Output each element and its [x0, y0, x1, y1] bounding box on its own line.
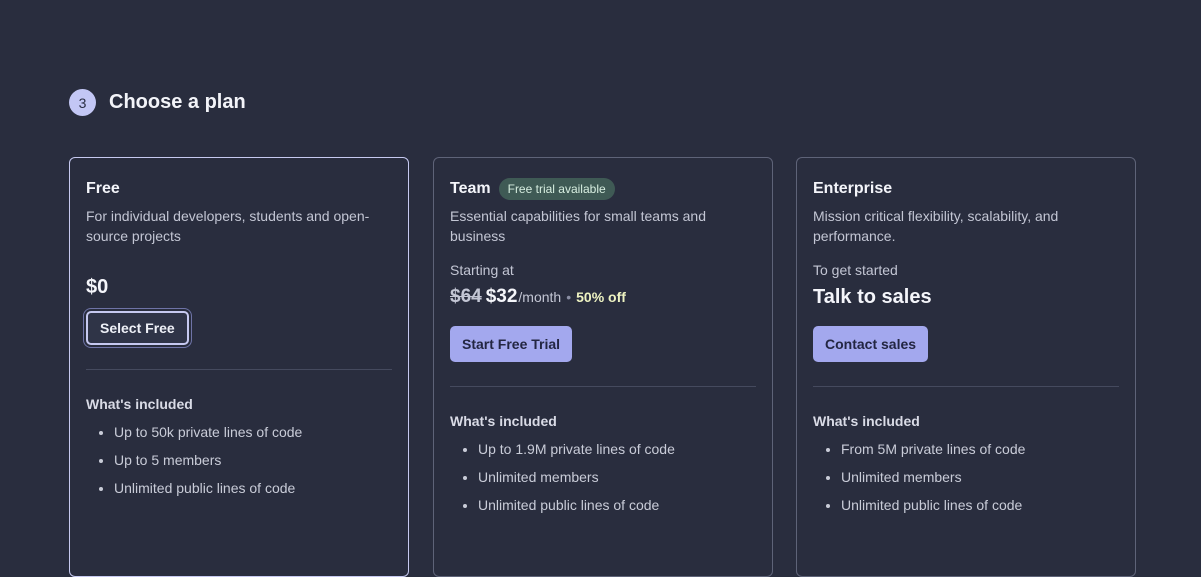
- included-title: What's included: [450, 413, 557, 429]
- plan-description: Mission critical flexibility, scalabilit…: [813, 208, 1059, 244]
- feature-item: Up to 5 members: [114, 446, 392, 474]
- plan-title: Team: [450, 180, 491, 197]
- plan-title: Free: [86, 180, 120, 197]
- price-caption: Starting at: [450, 262, 514, 278]
- talk-to-sales-label: Talk to sales: [813, 286, 932, 308]
- separator-dot: •: [566, 289, 572, 305]
- divider: [86, 369, 392, 370]
- section-title: Choose a plan: [109, 91, 246, 113]
- billing-period: /month: [518, 289, 562, 305]
- feature-list: From 5M private lines of code Unlimited …: [813, 435, 1119, 519]
- feature-item: Up to 50k private lines of code: [114, 418, 392, 446]
- discount-label: 50% off: [576, 289, 626, 305]
- step-number-badge: 3: [69, 89, 96, 116]
- feature-item: Unlimited members: [478, 463, 756, 491]
- plan-description: Essential capabilities for small teams a…: [450, 208, 707, 244]
- feature-item: Unlimited public lines of code: [114, 474, 392, 502]
- feature-item: Unlimited public lines of code: [841, 491, 1119, 519]
- included-title: What's included: [813, 413, 920, 429]
- price-caption: To get started: [813, 262, 898, 278]
- section-header: 3 Choose a plan: [69, 89, 246, 116]
- plan-title: Enterprise: [813, 180, 893, 197]
- feature-item: From 5M private lines of code: [841, 435, 1119, 463]
- contact-sales-button[interactable]: Contact sales: [813, 326, 929, 362]
- feature-item: Up to 1.9M private lines of code: [478, 435, 756, 463]
- plan-card-team[interactable]: Team Free trial available Essential capa…: [433, 157, 773, 577]
- start-free-trial-button[interactable]: Start Free Trial: [450, 326, 573, 362]
- free-trial-badge: Free trial available: [498, 178, 615, 200]
- feature-list: Up to 50k private lines of code Up to 5 …: [86, 418, 392, 502]
- select-free-button[interactable]: Select Free: [86, 311, 189, 345]
- divider: [450, 386, 756, 387]
- plan-card-free[interactable]: Free For individual developers, students…: [69, 157, 409, 577]
- included-title: What's included: [86, 396, 193, 412]
- feature-item: Unlimited public lines of code: [478, 491, 756, 519]
- plan-price: $0: [86, 276, 109, 298]
- feature-list: Up to 1.9M private lines of code Unlimit…: [450, 435, 756, 519]
- divider: [813, 386, 1119, 387]
- discounted-price: $32: [485, 286, 518, 307]
- feature-item: Unlimited members: [841, 463, 1119, 491]
- original-price: $64: [450, 286, 482, 307]
- plan-description: For individual developers, students and …: [86, 208, 370, 244]
- plan-card-enterprise[interactable]: Enterprise Mission critical flexibility,…: [796, 157, 1136, 577]
